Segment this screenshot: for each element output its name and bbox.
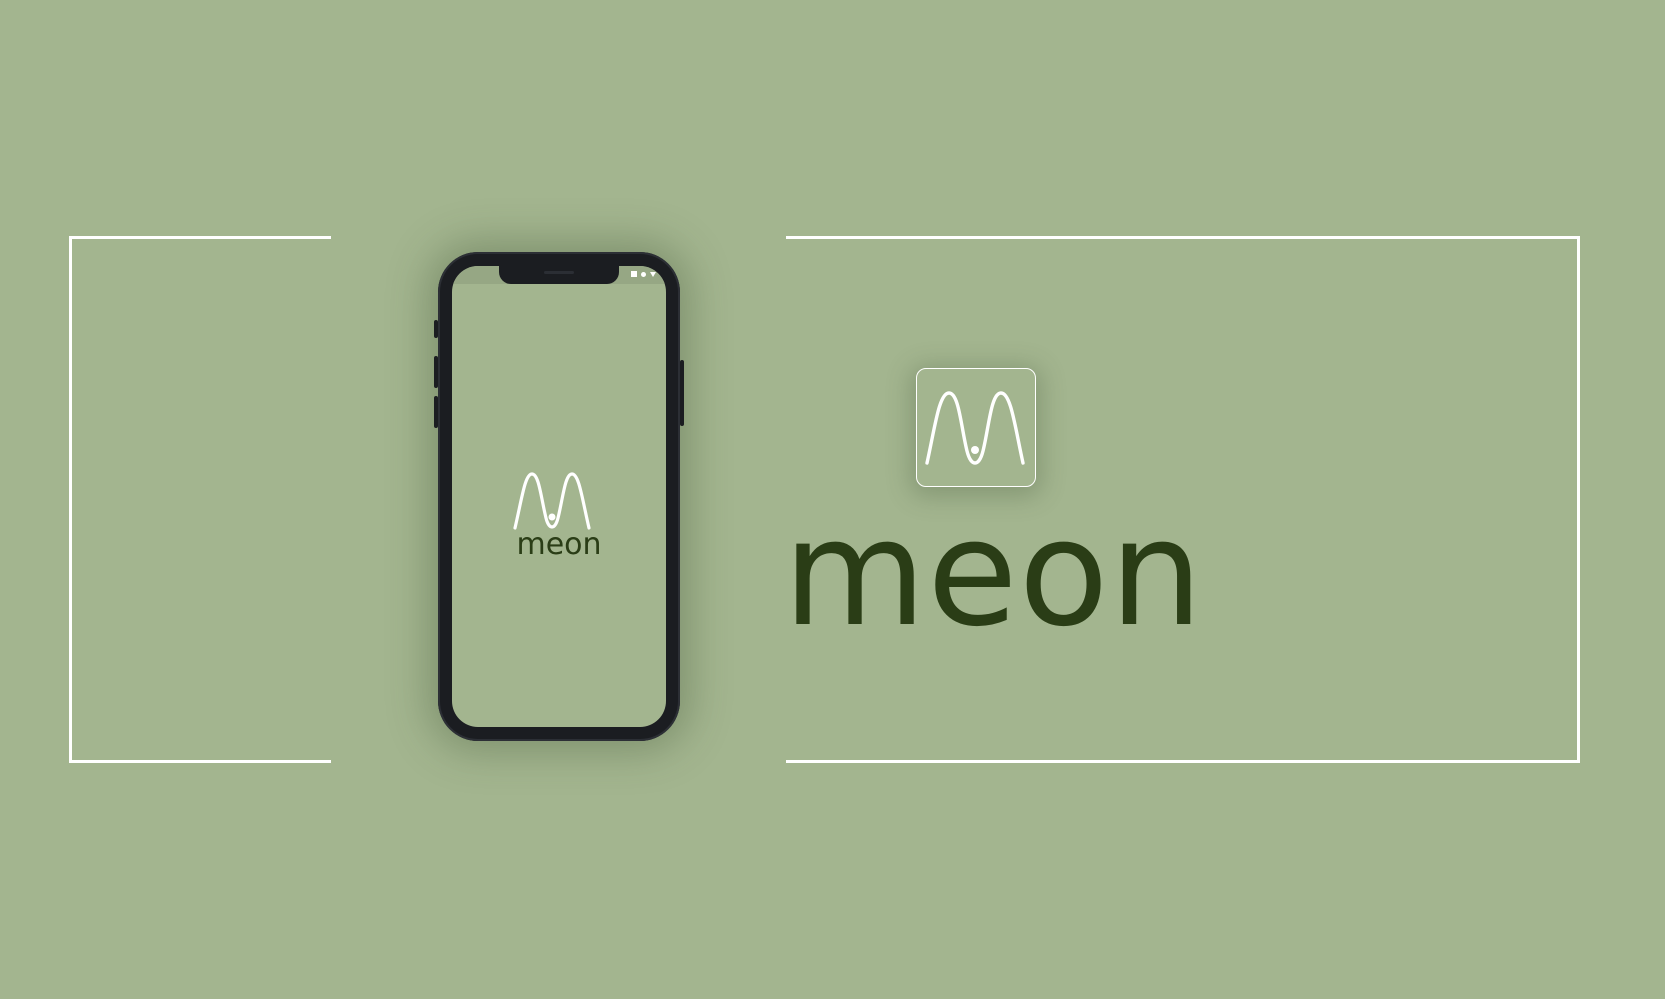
signal-dot-icon xyxy=(641,271,646,277)
wifi-icon xyxy=(650,271,656,277)
phone-mute-switch xyxy=(434,320,438,338)
decorative-frame-left xyxy=(69,236,331,763)
double-wave-with-dot-icon xyxy=(925,391,1025,465)
double-wave-with-dot-icon xyxy=(513,472,591,530)
phone-power-button xyxy=(680,360,684,426)
phone-volume-down-button xyxy=(434,396,438,428)
phone-notch xyxy=(499,266,619,284)
phone-screen: meon xyxy=(452,266,666,727)
screen-wordmark: meon xyxy=(516,527,602,562)
status-icons xyxy=(631,271,656,277)
phone-volume-up-button xyxy=(434,356,438,388)
app-icon xyxy=(916,368,1036,487)
notch-speaker xyxy=(544,271,574,274)
brand-wordmark: meon xyxy=(783,488,1204,659)
phone-mockup: meon xyxy=(434,252,684,741)
battery-icon xyxy=(631,271,637,277)
